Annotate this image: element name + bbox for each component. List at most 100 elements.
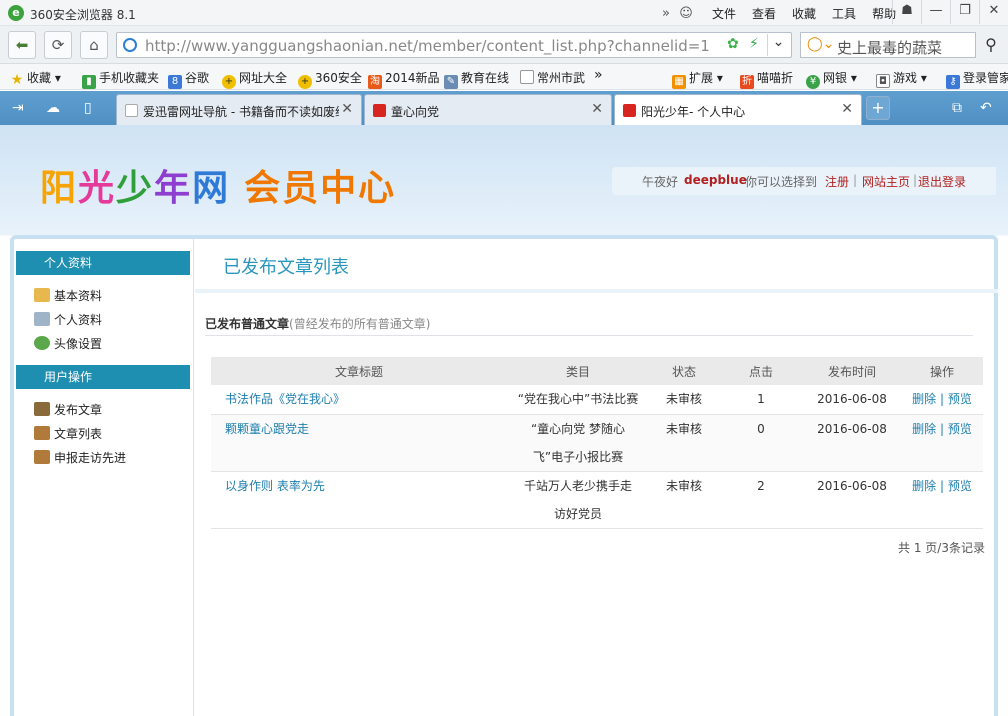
undo-close-icon[interactable]: ↶ (980, 100, 992, 116)
article-title-link[interactable]: 颗颗童心跟党走 (211, 414, 507, 472)
bookmarks-bar: ★ 收藏 ▾ ▮ 手机收藏夹 8 谷歌 + 网址大全 +360安全 淘 2014新品 ✎ 教… (0, 64, 1008, 90)
browser-titlebar: e 360安全浏览器 8.1 » ☺ 文件 查看 收藏 工具 帮助 ☗ — ❐ … (0, 0, 1008, 26)
member-frame: 个人资料 基本资料 个人资料 头像设置 用户操作 发布文章 文章列表 申报走访先… (10, 235, 998, 716)
tools-icon (34, 426, 50, 440)
security-icon[interactable]: ✿ (727, 36, 739, 52)
sidebar-item-publish[interactable]: 发布文章 (34, 401, 102, 421)
bookmark-bank[interactable]: ¥ 网银 ▾ (806, 69, 857, 89)
tab-list-icon[interactable]: ⧉ (952, 100, 962, 116)
table-header-row: 文章标题 类目 状态 点击 发布时间 操作 (211, 357, 983, 385)
tab-title: 爱迅雷网址导航 - 书籍备而不读如废纸 (143, 105, 339, 119)
speed-icon[interactable]: ⚡ (749, 36, 759, 52)
delete-link[interactable]: 删除 (912, 422, 936, 436)
sidebar-toggle-icon[interactable]: ⇥ (12, 100, 24, 116)
register-link[interactable]: 注册 (825, 173, 849, 190)
row-actions: 删除 | 预览 (901, 414, 983, 472)
browser-title: 360安全浏览器 8.1 (30, 8, 136, 22)
page-icon (125, 104, 138, 117)
site-logo: 阳光少年网 会员中心 (40, 168, 397, 209)
site-header: 阳光少年网 会员中心 午夜好 deepblue 你可以选择到 注册 | 网站主页 … (0, 125, 1008, 235)
search-icon[interactable]: ⚲ (978, 32, 1004, 58)
divider (195, 289, 998, 293)
article-date: 2016-06-08 (803, 414, 901, 472)
close-button[interactable]: ✕ (979, 0, 1008, 24)
preview-link[interactable]: 预览 (948, 392, 972, 406)
menu-tools[interactable]: 工具 (832, 5, 856, 22)
browser-menu: » ☺ 文件 查看 收藏 工具 帮助 (656, 0, 896, 26)
bookmark-extensions[interactable]: ▦ 扩展 ▾ (672, 69, 723, 89)
taobao-icon: 淘 (368, 75, 382, 89)
bookmark-360[interactable]: +360安全 (298, 69, 362, 89)
greeting: 午夜好 (642, 175, 679, 189)
bookmark-taobao[interactable]: 淘 2014新品 (368, 69, 440, 89)
close-tab-icon[interactable]: ✕ (341, 101, 353, 117)
user-icon[interactable]: ☺ (676, 6, 696, 21)
globe-icon (123, 38, 137, 52)
edit-icon (34, 288, 50, 302)
bookmark-edu[interactable]: ✎ 教育在线 (444, 69, 509, 89)
plus-icon: + (222, 75, 236, 89)
delete-link[interactable]: 删除 (912, 392, 936, 406)
home-button[interactable]: ⌂ (80, 31, 108, 59)
article-title-link[interactable]: 书法作品《党在我心》 (211, 385, 507, 415)
bookmark-hao[interactable]: + 网址大全 (222, 69, 287, 89)
column-header: 发布时间 (803, 357, 901, 385)
sidebar-item-basic-info[interactable]: 基本资料 (34, 287, 102, 307)
column-header: 操作 (901, 357, 983, 385)
bookmark-login[interactable]: ⚷ 登录管家 (946, 69, 1008, 89)
sidebar-item-avatar[interactable]: 头像设置 (34, 335, 102, 355)
more-bookmarks-icon[interactable]: » (594, 67, 603, 83)
tab-xunlei[interactable]: 爱迅雷网址导航 - 书籍备而不读如废纸 ✕ (116, 94, 362, 125)
menu-file[interactable]: 文件 (712, 5, 736, 22)
table-row: 以身作则 表率为先 千站万人老少携手走 访好党员 未审核 2 2016-06-08… (211, 471, 983, 529)
username: deepblue (684, 173, 747, 187)
menu-favorites[interactable]: 收藏 (792, 5, 816, 22)
menu-view[interactable]: 查看 (752, 5, 776, 22)
search-engine-icon[interactable]: ◯⌄ (807, 36, 834, 52)
bookmark-changzhou[interactable]: 常州市武 (520, 69, 585, 86)
window-controls: ☗ — ❐ ✕ (892, 0, 1008, 24)
tab-title: 阳光少年- 个人中心 (641, 105, 746, 119)
minimize-button[interactable]: — (921, 0, 950, 24)
new-tab-button[interactable]: + (866, 96, 890, 120)
pagination-info: 共 1 页/3条记录 (898, 541, 985, 555)
url-text[interactable]: http://www.yangguangshaonian.net/member/… (145, 37, 710, 55)
mobile-icon[interactable]: ▯ (84, 100, 92, 116)
preview-link[interactable]: 预览 (948, 422, 972, 436)
chevron-down-icon[interactable]: ⌄ (767, 34, 789, 56)
site-home-link[interactable]: 网站主页 (862, 173, 910, 190)
logout-link[interactable]: 退出登录 (918, 173, 966, 190)
address-toolbar: ⬅ ⟳ ⌂ http://www.yangguangshaonian.net/m… (0, 26, 1008, 64)
delete-link[interactable]: 删除 (912, 479, 936, 493)
user-bar: 午夜好 deepblue 你可以选择到 注册 | 网站主页 | 退出登录 (612, 167, 996, 195)
tab-yangguang[interactable]: 阳光少年- 个人中心 ✕ (614, 94, 862, 125)
sidebar-item-report-visit[interactable]: 申报走访先进 (34, 449, 126, 469)
restore-button[interactable]: ❐ (950, 0, 979, 24)
section-subtitle: 已发布普通文章(曾经发布的所有普通文章) (205, 317, 431, 331)
bookmark-mobile[interactable]: ▮ 手机收藏夹 (82, 69, 159, 89)
sidebar-item-article-list[interactable]: 文章列表 (34, 425, 102, 445)
close-tab-icon[interactable]: ✕ (591, 101, 603, 117)
sidebar-item-personal-info[interactable]: 个人资料 (34, 311, 102, 331)
bookmark-games[interactable]: ◘ 游戏 ▾ (876, 69, 927, 88)
preview-link[interactable]: 预览 (948, 479, 972, 493)
back-button[interactable]: ⬅ (8, 31, 36, 59)
address-input[interactable]: http://www.yangguangshaonian.net/member/… (116, 32, 792, 58)
bookmark-miaomiao[interactable]: 折喵喵折 (740, 69, 793, 89)
double-chevron-icon[interactable]: » (656, 6, 676, 21)
pen-icon: ✎ (444, 75, 458, 89)
close-tab-icon[interactable]: ✕ (841, 101, 853, 117)
row-actions: 删除 | 预览 (901, 385, 983, 415)
tab-title: 童心向党 (391, 105, 440, 119)
skin-icon[interactable]: ☗ (892, 0, 921, 24)
table-row: 书法作品《党在我心》 “党在我心中”书法比赛 未审核 1 2016-06-08 … (211, 385, 983, 415)
article-category: 千站万人老少携手走 访好党员 (507, 471, 649, 529)
tab-tongxin[interactable]: 童心向党 ✕ (364, 94, 612, 125)
cloud-icon[interactable]: ☁ (46, 100, 60, 116)
bookmark-favorites[interactable]: ★ 收藏 ▾ (10, 69, 61, 87)
search-input[interactable]: ◯⌄ 史上最毒的蔬菜 (800, 32, 976, 58)
article-title-link[interactable]: 以身作则 表率为先 (211, 471, 507, 529)
refresh-button[interactable]: ⟳ (44, 31, 72, 59)
gamepad-icon: ◘ (876, 74, 890, 88)
bookmark-google[interactable]: 8 谷歌 (168, 69, 209, 89)
